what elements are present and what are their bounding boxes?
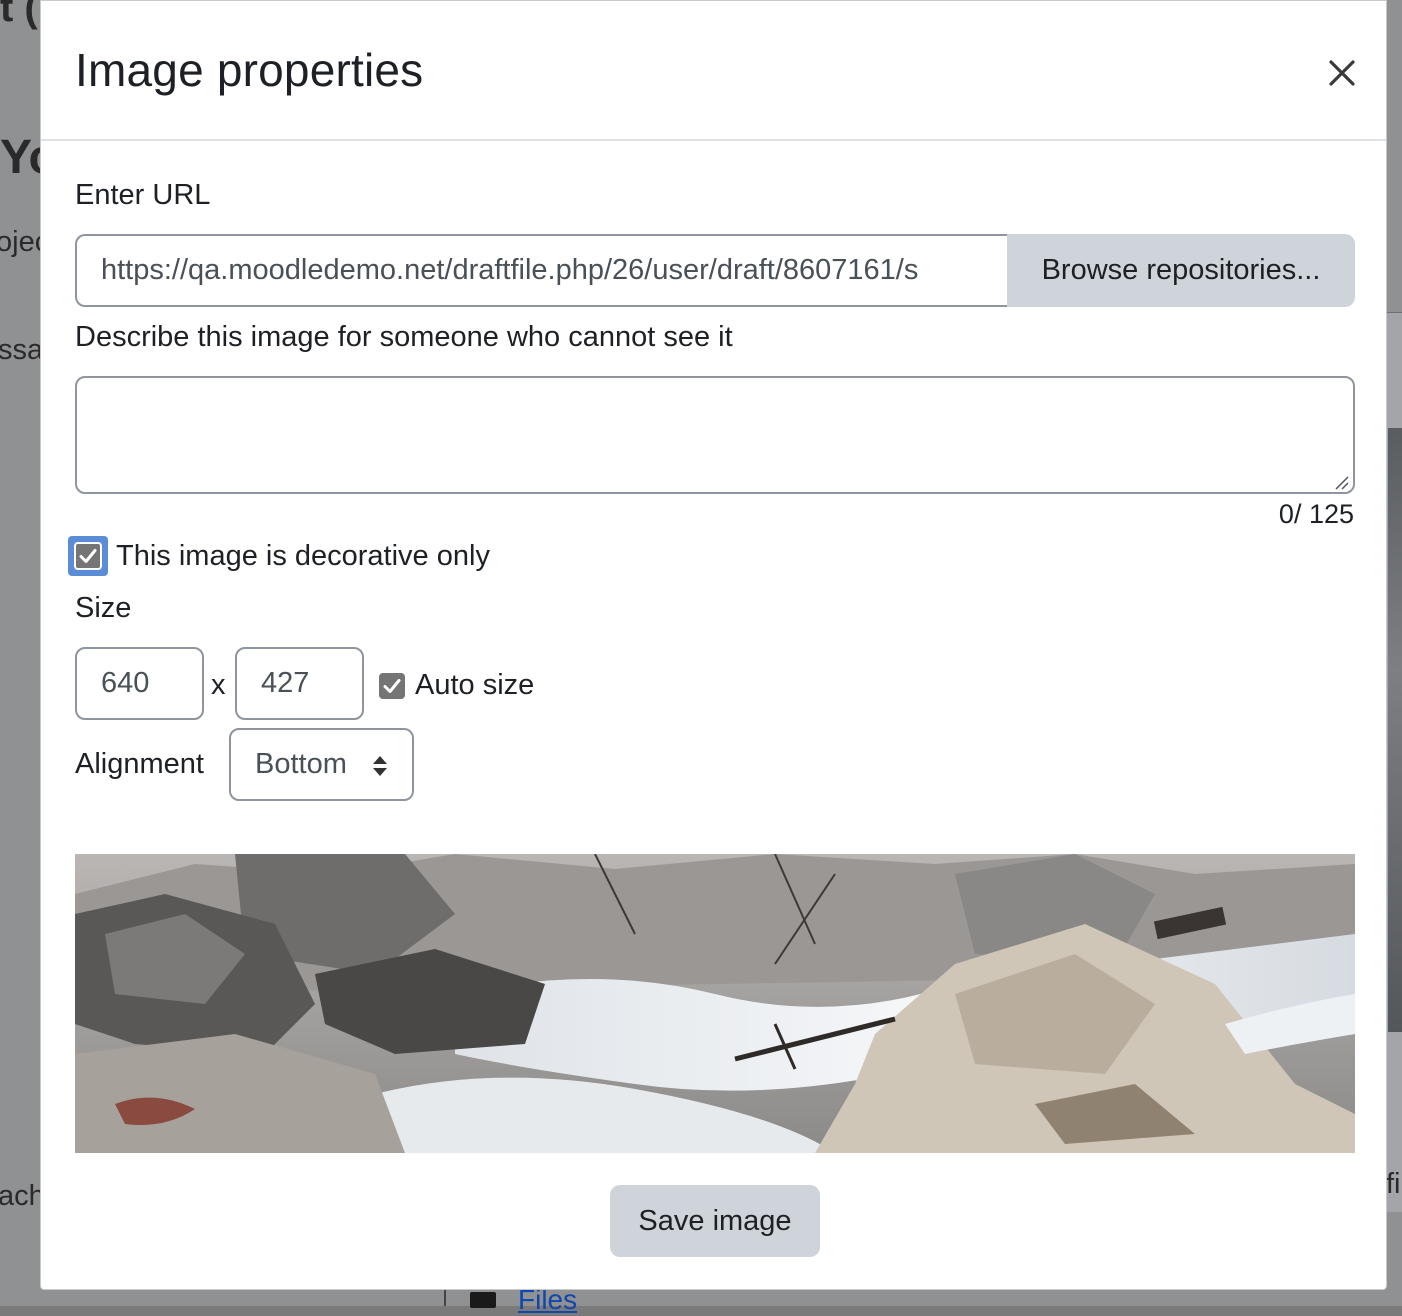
image-preview (75, 854, 1355, 1153)
resize-grip-icon[interactable] (1332, 473, 1350, 491)
checkmark-icon (383, 678, 401, 693)
decorative-checkbox[interactable] (68, 536, 108, 576)
background-text-fragment: ach (0, 1180, 45, 1212)
dialog-header: Image properties (41, 1, 1386, 141)
dialog-title: Image properties (75, 44, 424, 96)
close-icon (1329, 59, 1355, 86)
background-text-fragment: t ( (0, 0, 38, 30)
alt-text-textarea[interactable] (75, 376, 1355, 494)
size-separator: x (211, 669, 226, 701)
alignment-label: Alignment (75, 748, 204, 780)
url-value: https://qa.moodledemo.net/draftfile.php/… (101, 254, 919, 286)
background-text-fragment: fi (1386, 1168, 1401, 1200)
browse-repositories-button[interactable]: Browse repositories... (1007, 234, 1355, 307)
select-arrows-icon (373, 756, 387, 776)
height-value: 427 (261, 667, 310, 699)
background-image (1388, 428, 1402, 1032)
auto-size-label[interactable]: Auto size (415, 669, 534, 702)
background-divider (444, 1288, 446, 1306)
checkmark-icon (79, 549, 97, 563)
alignment-select[interactable]: Bottom (229, 728, 414, 801)
alignment-value: Bottom (255, 748, 347, 780)
auto-size-checkbox-row: Auto size (379, 669, 534, 702)
save-image-button[interactable]: Save image (610, 1185, 820, 1257)
image-properties-dialog: Image properties Enter URL https://qa.mo… (40, 0, 1387, 1290)
river-rocks-image (75, 854, 1355, 1153)
url-input[interactable]: https://qa.moodledemo.net/draftfile.php/… (75, 234, 1007, 307)
alt-text-label: Describe this image for someone who cann… (75, 321, 733, 353)
url-label: Enter URL (75, 179, 211, 211)
width-value: 640 (101, 667, 150, 699)
size-label: Size (75, 592, 132, 624)
url-input-group: https://qa.moodledemo.net/draftfile.php/… (75, 234, 1355, 307)
character-counter: 0/ 125 (1278, 499, 1354, 529)
decorative-label[interactable]: This image is decorative only (116, 540, 490, 573)
background-text-fragment: ssa (0, 334, 44, 366)
width-input[interactable]: 640 (75, 647, 204, 720)
auto-size-checkbox[interactable] (379, 672, 405, 699)
close-button[interactable] (1319, 51, 1365, 97)
decorative-checkbox-row: This image is decorative only (68, 536, 490, 576)
height-input[interactable]: 427 (235, 647, 364, 720)
